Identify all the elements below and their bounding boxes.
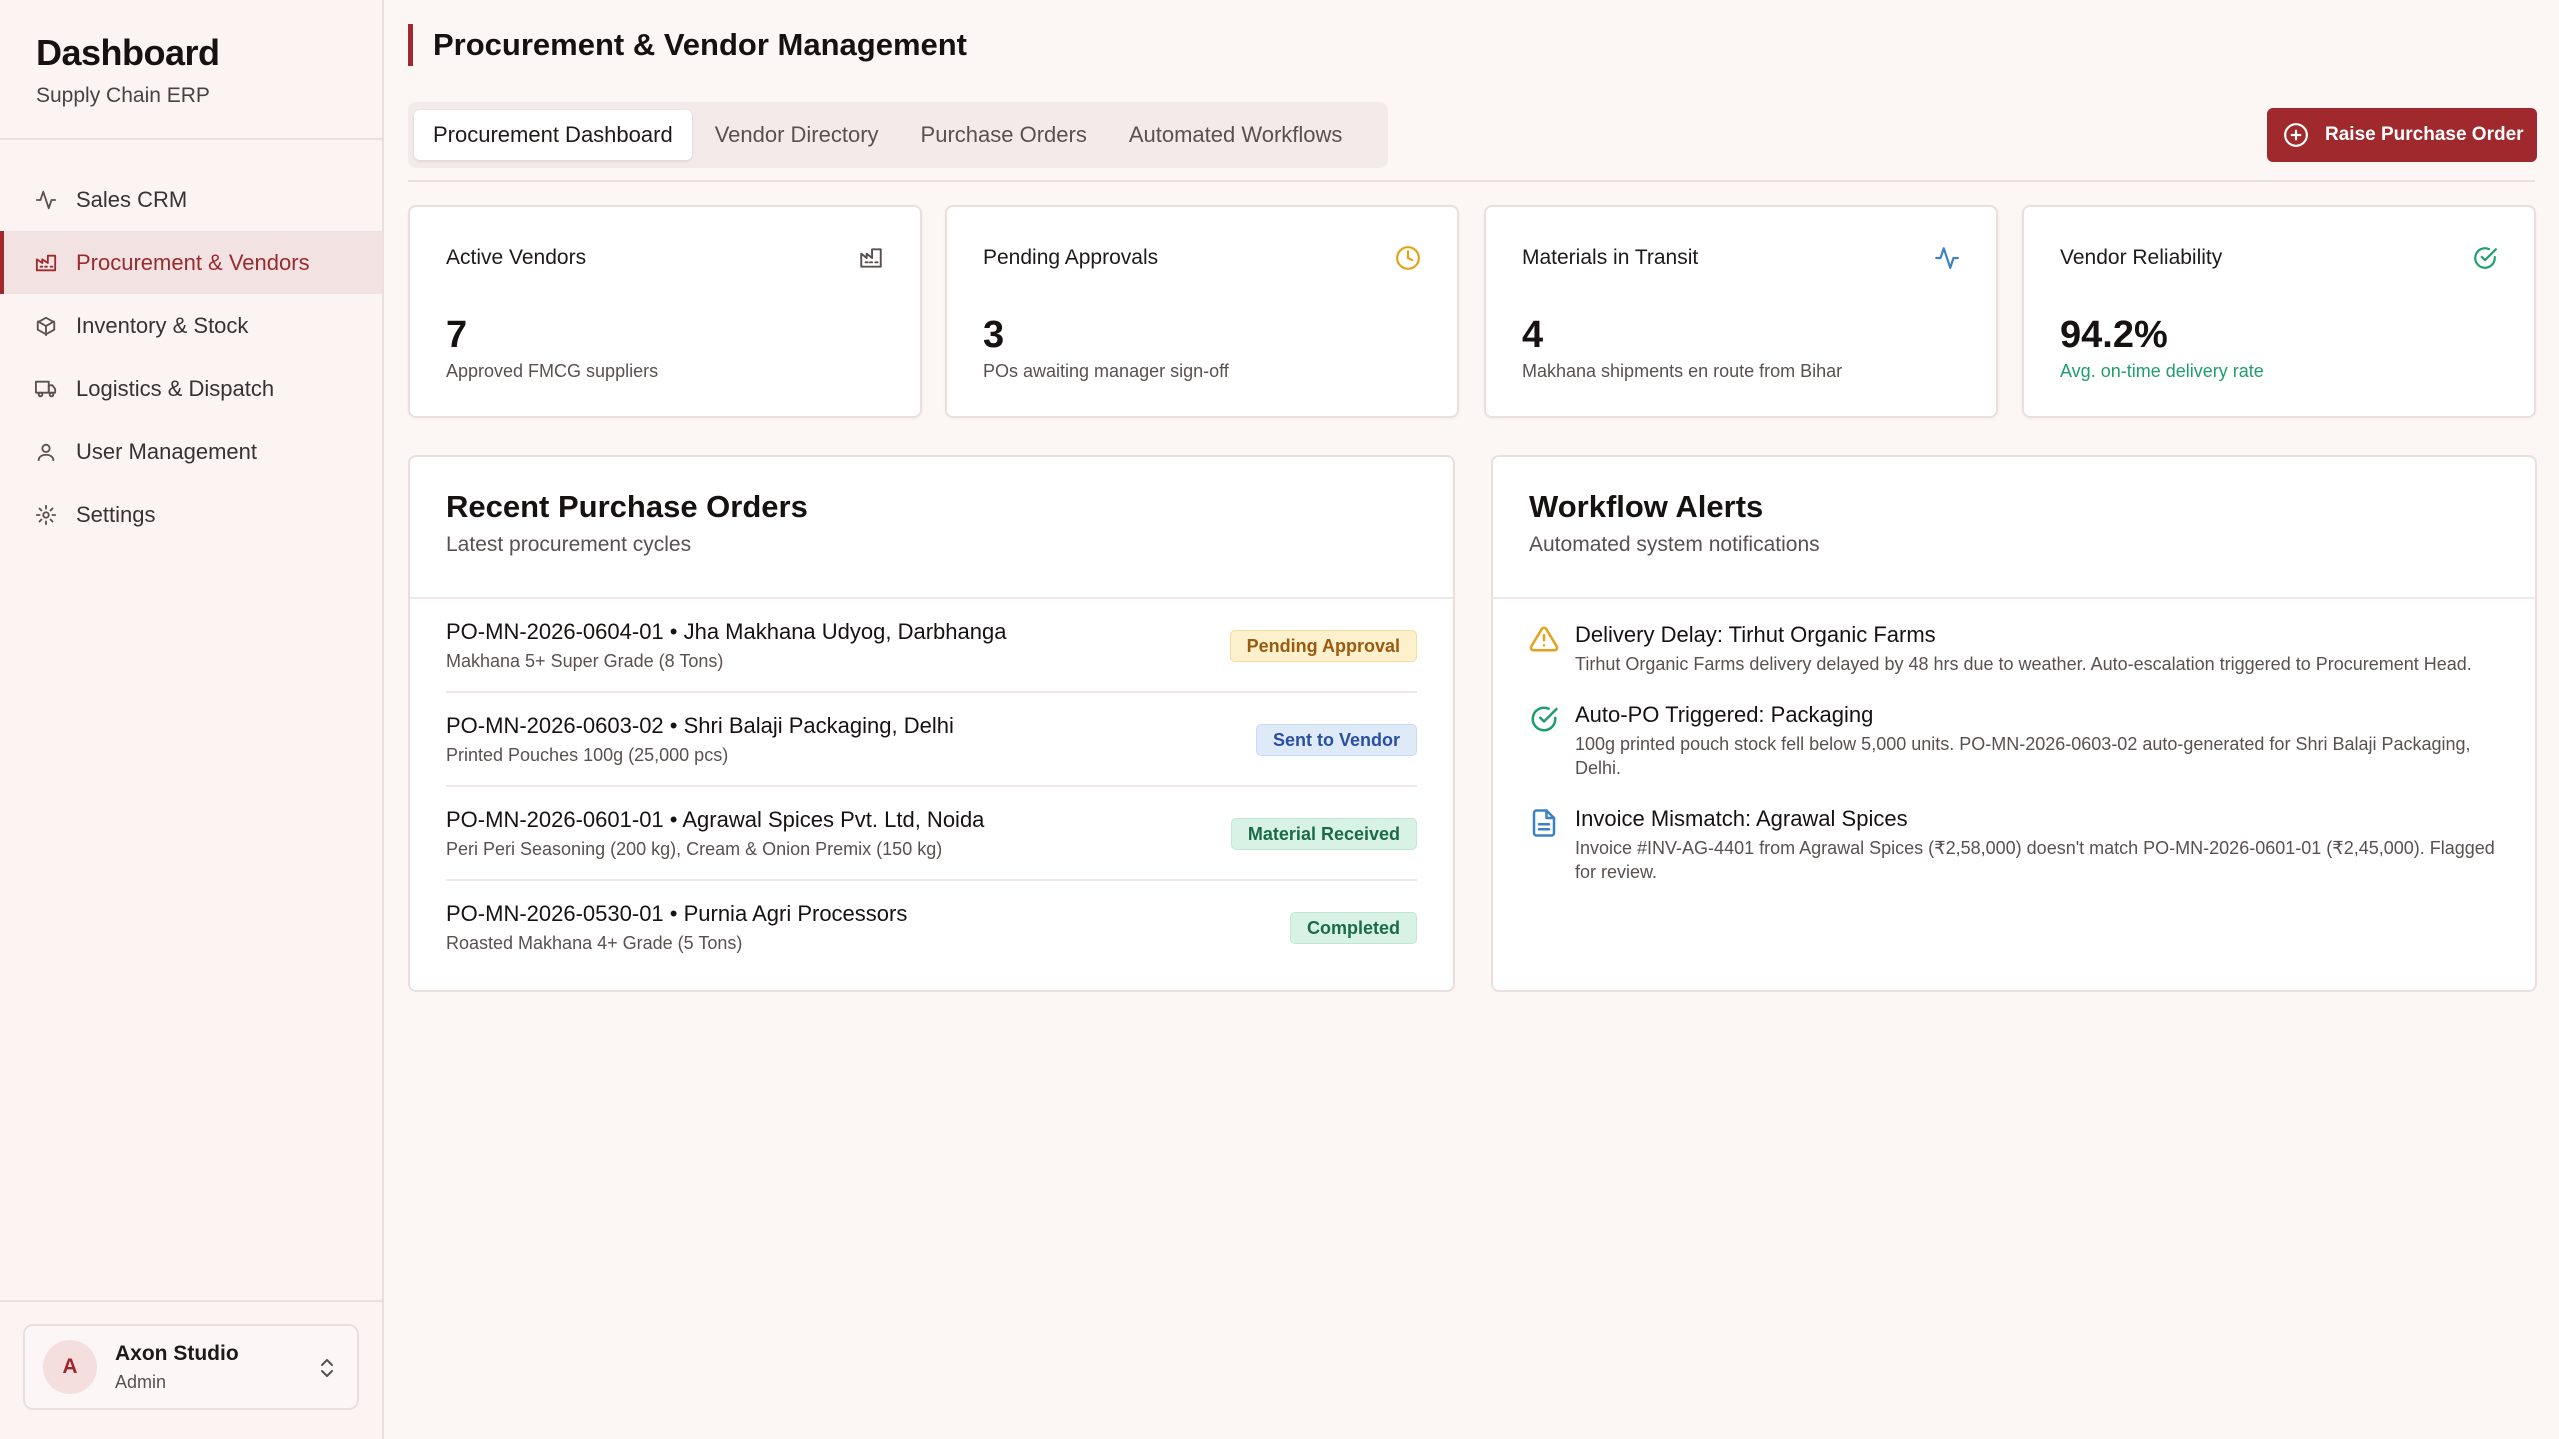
po-description: Printed Pouches 100g (25,000 pcs) <box>446 745 729 765</box>
sidebar-item-label: Inventory & Stock <box>76 312 249 338</box>
stat-value: 4 <box>1522 314 1544 356</box>
clock-icon <box>1395 245 1421 271</box>
stat-subtitle: Approved FMCG suppliers <box>446 361 659 381</box>
stat-subtitle: POs awaiting manager sign-off <box>983 361 1229 381</box>
status-badge: Material Received <box>1230 818 1417 850</box>
alert-title: Auto-PO Triggered: Packaging <box>1575 702 1874 727</box>
po-description: Makhana 5+ Super Grade (8 Tons) <box>446 651 724 671</box>
sidebar-nav: Sales CRM Procurement & Vendors Inventor… <box>0 168 382 546</box>
sidebar-item-label: Procurement & Vendors <box>76 249 310 275</box>
tab-vendor-directory[interactable]: Vendor Directory <box>696 110 898 160</box>
alert-text: Tirhut Organic Farms delivery delayed by… <box>1575 654 2472 674</box>
stat-card-vendor-reliability: Vendor Reliability 94.2% Avg. on-time de… <box>2022 205 2536 418</box>
raise-purchase-order-button[interactable]: Raise Purchase Order <box>2267 108 2537 162</box>
check-circle-icon <box>2472 245 2498 271</box>
status-badge: Sent to Vendor <box>1255 724 1417 756</box>
warning-icon <box>1529 624 1559 654</box>
stat-card-pending-approvals: Pending Approvals 3 POs awaiting manager… <box>945 205 1459 418</box>
po-title: PO-MN-2026-0601-01 • Agrawal Spices Pvt.… <box>446 807 985 832</box>
po-title: PO-MN-2026-0603-02 • Shri Balaji Packagi… <box>446 713 954 738</box>
panel-title: Workflow Alerts <box>1529 489 1764 524</box>
brand-title: Dashboard <box>36 32 220 73</box>
stat-label: Pending Approvals <box>983 246 1159 269</box>
factory-icon <box>858 245 884 271</box>
list-item[interactable]: PO-MN-2026-0603-02 • Shri Balaji Packagi… <box>446 693 1417 787</box>
sidebar-item-label: User Management <box>76 438 257 464</box>
activity-icon <box>34 188 58 212</box>
truck-icon <box>34 377 58 401</box>
stat-subtitle: Avg. on-time delivery rate <box>2060 361 2264 381</box>
user-menu[interactable]: A Axon Studio Admin <box>23 1324 359 1410</box>
panel-subtitle: Automated system notifications <box>1529 533 1820 556</box>
brand: Dashboard Supply Chain ERP <box>36 32 220 108</box>
raise-purchase-order-label: Raise Purchase Order <box>2325 124 2524 145</box>
brand-subtitle: Supply Chain ERP <box>36 84 210 107</box>
sidebar-item-settings[interactable]: Settings <box>0 483 382 546</box>
sidebar-footer-divider <box>0 1300 382 1302</box>
stat-label: Active Vendors <box>446 246 587 269</box>
stat-label: Materials in Transit <box>1522 246 1699 269</box>
tab-automated-workflows[interactable]: Automated Workflows <box>1110 110 1362 160</box>
sidebar-item-procurement[interactable]: Procurement & Vendors <box>0 231 382 294</box>
factory-icon <box>34 251 58 275</box>
stat-card-materials-in-transit: Materials in Transit 4 Makhana shipments… <box>1484 205 1998 418</box>
chevron-up-down-icon <box>317 1356 337 1385</box>
sidebar-item-label: Logistics & Dispatch <box>76 375 275 401</box>
user-icon <box>34 440 58 464</box>
stat-value: 7 <box>446 314 468 356</box>
alert-item[interactable]: Auto-PO Triggered: Packaging 100g printe… <box>1529 702 2499 780</box>
list-item[interactable]: PO-MN-2026-0530-01 • Purnia Agri Process… <box>446 881 1417 975</box>
list-item[interactable]: PO-MN-2026-0604-01 • Jha Makhana Udyog, … <box>446 599 1417 693</box>
alert-text: 100g printed pouch stock fell below 5,00… <box>1575 734 2471 778</box>
user-info: Axon Studio Admin <box>115 1342 239 1393</box>
po-description: Peri Peri Seasoning (200 kg), Cream & On… <box>446 839 943 859</box>
po-title: PO-MN-2026-0604-01 • Jha Makhana Udyog, … <box>446 619 1007 644</box>
plus-circle-icon <box>2283 122 2309 148</box>
list-item[interactable]: PO-MN-2026-0601-01 • Agrawal Spices Pvt.… <box>446 787 1417 881</box>
stat-value: 3 <box>983 314 1005 356</box>
user-name: Axon Studio <box>115 1341 239 1365</box>
status-badge: Pending Approval <box>1229 630 1417 662</box>
alert-text: Invoice #INV-AG-4401 from Agrawal Spices… <box>1575 838 2495 882</box>
panel-title: Recent Purchase Orders <box>446 489 808 524</box>
panel-subtitle: Latest procurement cycles <box>446 533 692 556</box>
sidebar-item-label: Settings <box>76 501 156 527</box>
recent-purchase-orders-panel: Recent Purchase Orders Latest procuremen… <box>408 455 1455 992</box>
document-icon <box>1529 808 1559 838</box>
stat-card-active-vendors: Active Vendors 7 Approved FMCG suppliers <box>408 205 922 418</box>
sidebar-item-label: Sales CRM <box>76 186 188 212</box>
sidebar: Dashboard Supply Chain ERP Sales CRM Pro… <box>0 0 384 1439</box>
tab-bar: Procurement Dashboard Vendor Directory P… <box>408 102 1388 168</box>
alert-item[interactable]: Invoice Mismatch: Agrawal Spices Invoice… <box>1529 806 2499 884</box>
sidebar-item-sales-crm[interactable]: Sales CRM <box>0 168 382 231</box>
tab-procurement-dashboard[interactable]: Procurement Dashboard <box>414 110 692 160</box>
package-icon <box>34 314 58 338</box>
activity-icon <box>1934 245 1960 271</box>
avatar: A <box>43 1340 97 1394</box>
gear-icon <box>34 503 58 527</box>
status-badge: Completed <box>1289 912 1417 944</box>
tab-purchase-orders[interactable]: Purchase Orders <box>902 110 1106 160</box>
sidebar-divider <box>0 138 382 140</box>
panel-divider <box>1493 597 2535 599</box>
sidebar-item-logistics[interactable]: Logistics & Dispatch <box>0 357 382 420</box>
po-title: PO-MN-2026-0530-01 • Purnia Agri Process… <box>446 901 908 926</box>
check-circle-icon <box>1529 704 1559 734</box>
page-title: Procurement & Vendor Management <box>408 24 967 66</box>
header-divider <box>408 180 2535 182</box>
stat-subtitle: Makhana shipments en route from Bihar <box>1522 361 1843 381</box>
workflow-alerts-panel: Workflow Alerts Automated system notific… <box>1491 455 2537 992</box>
alert-title: Invoice Mismatch: Agrawal Spices <box>1575 806 1908 831</box>
alert-item[interactable]: Delivery Delay: Tirhut Organic Farms Tir… <box>1529 622 2499 676</box>
purchase-order-list: PO-MN-2026-0604-01 • Jha Makhana Udyog, … <box>446 599 1417 975</box>
user-role: Admin <box>115 1371 167 1392</box>
stat-value: 94.2% <box>2060 314 2168 356</box>
sidebar-item-inventory[interactable]: Inventory & Stock <box>0 294 382 357</box>
sidebar-item-user-management[interactable]: User Management <box>0 420 382 483</box>
alert-list: Delivery Delay: Tirhut Organic Farms Tir… <box>1529 622 2499 910</box>
po-description: Roasted Makhana 4+ Grade (5 Tons) <box>446 933 743 953</box>
stat-label: Vendor Reliability <box>2060 246 2223 269</box>
alert-title: Delivery Delay: Tirhut Organic Farms <box>1575 622 1936 647</box>
